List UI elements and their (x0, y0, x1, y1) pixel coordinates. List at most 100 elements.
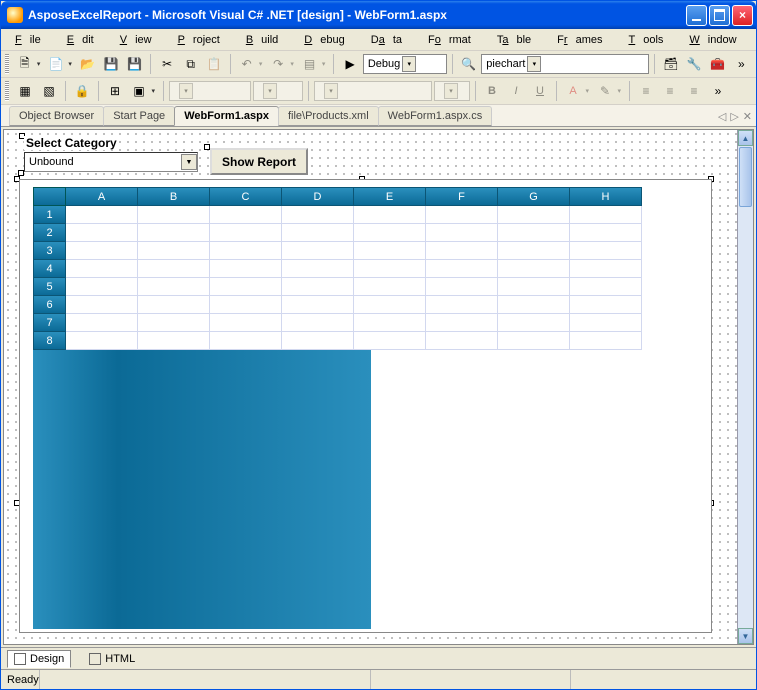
forecolor-button[interactable]: A (562, 80, 592, 102)
lock-icon[interactable]: 🔒 (71, 80, 93, 102)
grid-cell[interactable] (498, 242, 570, 260)
grid-cell[interactable] (498, 278, 570, 296)
scroll-up-icon[interactable]: ▲ (738, 130, 753, 146)
toolbox-button[interactable]: 🧰 (707, 53, 729, 75)
view-tab-html[interactable]: HTML (83, 651, 141, 667)
grid-cell[interactable] (426, 206, 498, 224)
design-surface[interactable]: Select Category Unbound ▼ Show Report (4, 130, 737, 644)
minimize-button[interactable] (686, 5, 707, 26)
grid-cell[interactable] (426, 242, 498, 260)
grid-cell[interactable] (282, 224, 354, 242)
align-left-button[interactable]: ≡ (635, 80, 657, 102)
doc-tab[interactable]: Start Page (103, 106, 175, 126)
grid-cell[interactable] (138, 242, 210, 260)
grid-cell[interactable] (426, 278, 498, 296)
grid-cell[interactable] (66, 278, 138, 296)
grid-cell[interactable] (138, 332, 210, 350)
grid-cell[interactable] (282, 206, 354, 224)
row-header[interactable]: 2 (33, 224, 66, 242)
menu-edit[interactable]: Edit (59, 32, 110, 48)
grid-cell[interactable] (282, 332, 354, 350)
doc-tab[interactable]: file\Products.xml (278, 106, 379, 126)
tab-prev-icon[interactable]: ◁ (718, 110, 726, 123)
menu-data[interactable]: Data (363, 32, 418, 48)
grid-cell[interactable] (210, 278, 282, 296)
menu-table[interactable]: Table (489, 32, 547, 48)
row-header[interactable]: 6 (33, 296, 66, 314)
save-all-button[interactable]: 💾 (124, 53, 146, 75)
grid-cell[interactable] (138, 278, 210, 296)
toolbar-grip[interactable] (5, 54, 9, 74)
save-button[interactable]: 💾 (100, 53, 122, 75)
menu-file[interactable]: File (7, 32, 57, 48)
row-header[interactable]: 7 (33, 314, 66, 332)
menu-build[interactable]: Build (238, 32, 294, 48)
italic-button[interactable]: I (505, 80, 527, 102)
doc-tab-active[interactable]: WebForm1.aspx (174, 106, 279, 126)
column-header[interactable]: G (498, 187, 570, 206)
category-dropdown[interactable]: Unbound ▼ (24, 152, 198, 172)
scroll-down-icon[interactable]: ▼ (738, 628, 753, 644)
overflow-button[interactable]: » (731, 53, 753, 75)
view-tab-design[interactable]: Design (7, 650, 71, 668)
menu-format[interactable]: Format (420, 32, 487, 48)
grid-cell[interactable] (426, 314, 498, 332)
menu-view[interactable]: View (112, 32, 168, 48)
grid-cell[interactable] (498, 332, 570, 350)
grid-cell[interactable] (498, 314, 570, 332)
bold-button[interactable]: B (481, 80, 503, 102)
grid-cell[interactable] (66, 260, 138, 278)
grid-cell[interactable] (570, 314, 642, 332)
config-combo[interactable]: Debug ▾ (363, 54, 447, 74)
row-header[interactable]: 3 (33, 242, 66, 260)
navigate-button[interactable]: ▤ (299, 53, 329, 75)
align-center-button[interactable]: ≡ (659, 80, 681, 102)
grid-cell[interactable] (138, 314, 210, 332)
column-header[interactable]: D (282, 187, 354, 206)
grid-cell[interactable] (66, 224, 138, 242)
column-header[interactable]: E (354, 187, 426, 206)
row-header[interactable]: 8 (33, 332, 66, 350)
size-combo[interactable]: ▾ (253, 81, 303, 101)
column-header[interactable]: H (570, 187, 642, 206)
overflow-button[interactable]: » (707, 80, 729, 102)
row-header[interactable]: 1 (33, 206, 66, 224)
label-select-category[interactable]: Select Category (24, 136, 119, 150)
grid-cell[interactable] (210, 260, 282, 278)
open-button[interactable]: 📂 (77, 53, 99, 75)
toolbar-grip[interactable] (5, 81, 9, 101)
grid-icon[interactable]: ⊞ (104, 80, 126, 102)
column-header[interactable]: A (66, 187, 138, 206)
grid-cell[interactable] (426, 296, 498, 314)
grid-cell[interactable] (282, 242, 354, 260)
grid-cell[interactable] (426, 332, 498, 350)
menu-window[interactable]: Window (681, 32, 752, 48)
grid-cell[interactable] (66, 242, 138, 260)
layout-icon-2[interactable]: ▧ (38, 80, 60, 102)
find-combo[interactable]: piechart ▾ (481, 54, 649, 74)
grid-cell[interactable] (426, 260, 498, 278)
solution-explorer-button[interactable]: 🗃 (660, 53, 682, 75)
grid-cell[interactable] (354, 314, 426, 332)
grid-cell[interactable] (354, 332, 426, 350)
grid-corner[interactable] (33, 187, 66, 206)
menu-project[interactable]: Project (170, 32, 236, 48)
grid-cell[interactable] (66, 314, 138, 332)
doc-tab[interactable]: Object Browser (9, 106, 104, 126)
tab-close-icon[interactable]: ✕ (743, 110, 752, 123)
show-report-button[interactable]: Show Report (210, 148, 308, 175)
backcolor-button[interactable]: ✎ (594, 80, 624, 102)
grid-cell[interactable] (138, 296, 210, 314)
new-project-button[interactable]: 🗎 (14, 53, 44, 75)
layout-icon-1[interactable]: ▦ (14, 80, 36, 102)
underline-button[interactable]: U (529, 80, 551, 102)
grid-cell[interactable] (354, 296, 426, 314)
tab-next-icon[interactable]: ▷ (730, 110, 738, 123)
maximize-button[interactable] (709, 5, 730, 26)
find-icon[interactable]: 🔍 (458, 53, 480, 75)
grid-cell[interactable] (138, 206, 210, 224)
grid-cell[interactable] (210, 224, 282, 242)
add-item-button[interactable]: 📄 (45, 53, 75, 75)
paste-button[interactable]: 📋 (203, 53, 225, 75)
grid-cell[interactable] (282, 260, 354, 278)
